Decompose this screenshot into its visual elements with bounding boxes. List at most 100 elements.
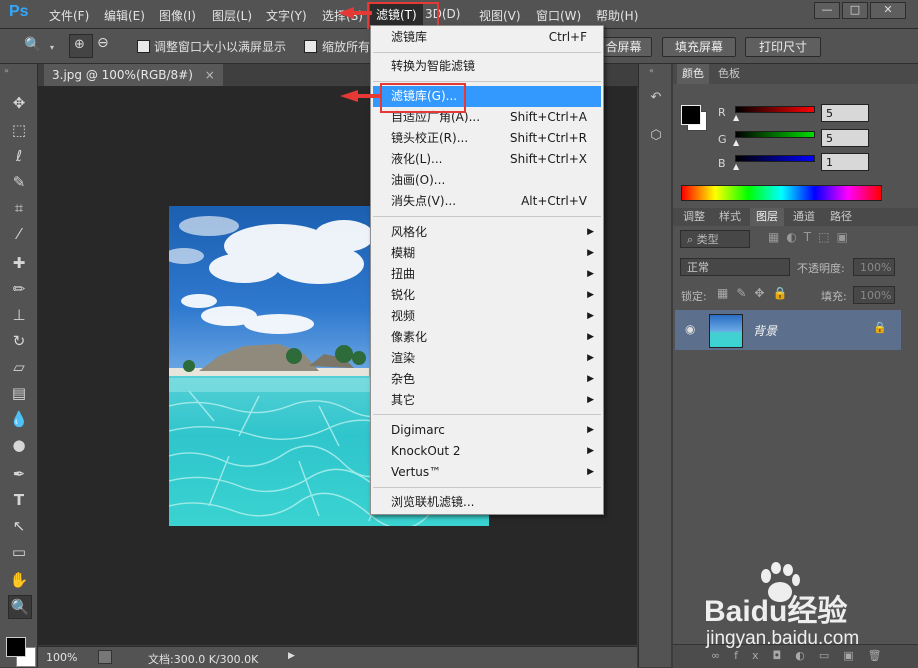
panel-collapse-icon[interactable]: » [4, 66, 9, 75]
menu-item-stylize[interactable]: 风格化 ▶ [373, 222, 601, 243]
history-brush-tool-icon[interactable]: ↻ [8, 330, 30, 352]
layer-name[interactable]: 背景 [753, 322, 777, 339]
menu-item-convert-smart-filters[interactable]: 转换为智能滤镜 [373, 56, 601, 77]
zoom-out-icon[interactable]: ⊖ [97, 35, 109, 51]
eyedropper-tool-icon[interactable]: ⁄ [8, 223, 30, 245]
menu-image[interactable]: 图像(I) [159, 7, 196, 24]
status-menu-arrow-icon[interactable]: ▶ [288, 651, 295, 661]
menu-item-digimarc[interactable]: Digimarc ▶ [373, 420, 601, 441]
healing-brush-tool-icon[interactable]: ✚ [8, 252, 30, 274]
tab-color[interactable]: 颜色 [677, 64, 709, 84]
zoom-all-label: 缩放所有 [322, 40, 371, 54]
menu-separator [373, 52, 601, 53]
blend-mode-select[interactable]: 正常 [680, 258, 790, 276]
path-select-tool-icon[interactable]: ↖ [8, 515, 30, 537]
menu-view[interactable]: 视图(V) [479, 7, 521, 24]
menu-edit[interactable]: 编辑(E) [104, 7, 145, 24]
lasso-tool-icon[interactable]: ℓ [8, 145, 30, 167]
fill-input[interactable]: 100% [853, 286, 895, 304]
foreground-swatch[interactable] [681, 105, 701, 125]
menu-file[interactable]: 文件(F) [49, 7, 89, 24]
channel-r-slider[interactable] [735, 106, 815, 113]
channel-r-label: R [718, 106, 726, 119]
tool-preset-chevron-icon[interactable]: ▾ [50, 43, 54, 52]
marquee-tool-icon[interactable]: ⬚ [8, 119, 30, 141]
print-size-button[interactable]: 打印尺寸 [745, 37, 821, 57]
menu-item-render[interactable]: 渲染 ▶ [373, 348, 601, 369]
tab-swatches[interactable]: 色板 [713, 64, 745, 84]
zoom-level[interactable]: 100% [46, 651, 77, 664]
shape-tool-icon[interactable]: ▭ [8, 541, 30, 563]
channel-b-handle[interactable]: ▲ [733, 162, 739, 171]
layer-row[interactable]: ◉ 背景 🔒 [675, 310, 901, 350]
stamp-tool-icon[interactable]: ⊥ [8, 304, 30, 326]
quick-select-tool-icon[interactable]: ✎ [8, 171, 30, 193]
menu-item-noise[interactable]: 杂色 ▶ [373, 369, 601, 390]
eraser-tool-icon[interactable]: ▱ [8, 356, 30, 378]
zoom-in-icon[interactable]: ⊕ [69, 34, 93, 58]
menu-type[interactable]: 文字(Y) [266, 7, 307, 24]
hand-tool-icon[interactable]: ✋ [8, 569, 30, 591]
menu-item-sharpen[interactable]: 锐化 ▶ [373, 285, 601, 306]
menu-item-liquify[interactable]: 液化(L)... Shift+Ctrl+X [373, 149, 601, 170]
maximize-button[interactable]: □ [842, 2, 868, 19]
fill-screen-button[interactable]: 填充屏幕 [662, 37, 736, 57]
menu-item-distort[interactable]: 扭曲 ▶ [373, 264, 601, 285]
channel-g-slider[interactable] [735, 131, 815, 138]
move-tool-icon[interactable]: ✥ [8, 92, 30, 114]
layer-filter-kind-select[interactable]: ⌕ 类型 [680, 230, 750, 248]
document-tab[interactable]: 3.jpg @ 100%(RGB/8#) × [44, 64, 223, 86]
channel-r-handle[interactable]: ▲ [733, 113, 739, 122]
foreground-color-swatch-top[interactable] [6, 637, 26, 657]
status-info-icon[interactable] [98, 650, 112, 664]
menu-item-vanishing-point[interactable]: 消失点(V)... Alt+Ctrl+V [373, 191, 601, 212]
filter-gallery-highlight-box [380, 83, 466, 113]
tab-styles[interactable]: 样式 [713, 208, 747, 226]
close-tab-icon[interactable]: × [205, 68, 215, 82]
minimize-button[interactable]: — [814, 2, 840, 19]
3d-panel-icon[interactable]: ⬡ [647, 128, 665, 146]
menu-item-blur[interactable]: 模糊 ▶ [373, 243, 601, 264]
channel-b-input[interactable]: 1 [821, 153, 869, 171]
menu-item-video[interactable]: 视频 ▶ [373, 306, 601, 327]
menu-item-browse-online-filters[interactable]: 浏览联机滤镜... [373, 492, 601, 513]
tab-channels[interactable]: 通道 [787, 208, 821, 226]
menu-window[interactable]: 窗口(W) [536, 7, 581, 24]
menu-item-pixelate[interactable]: 像素化 ▶ [373, 327, 601, 348]
menu-item-vertus[interactable]: Vertus™ ▶ [373, 462, 601, 483]
tab-adjustments[interactable]: 调整 [677, 208, 711, 226]
blur-tool-icon[interactable]: 💧 [8, 408, 30, 430]
tab-paths[interactable]: 路径 [824, 208, 858, 226]
history-panel-icon[interactable]: ↶ [647, 90, 665, 108]
zoom-tool-icon[interactable]: 🔍 [24, 37, 41, 53]
menu-item-oil-paint[interactable]: 油画(O)... [373, 170, 601, 191]
dodge-tool-icon[interactable]: ● [8, 434, 30, 456]
menu-item-knockout[interactable]: KnockOut 2 ▶ [373, 441, 601, 462]
color-spectrum-bar[interactable] [681, 185, 882, 201]
lock-icons[interactable]: ▦✎✥🔒 [717, 286, 795, 300]
zoom-all-checkbox[interactable] [304, 40, 317, 53]
opacity-input[interactable]: 100% [853, 258, 895, 276]
menu-item-other[interactable]: 其它 ▶ [373, 390, 601, 411]
channel-r-input[interactable]: 5 [821, 104, 869, 122]
pen-tool-icon[interactable]: ✒ [8, 463, 30, 485]
menu-item-last-filter[interactable]: 滤镜库 Ctrl+F [373, 27, 601, 48]
resize-windows-checkbox[interactable] [137, 40, 150, 53]
brush-tool-icon[interactable]: ✏ [8, 278, 30, 300]
channel-g-input[interactable]: 5 [821, 129, 869, 147]
layer-visibility-eye-icon[interactable]: ◉ [685, 322, 695, 336]
zoom-tool-icon[interactable]: 🔍 [8, 595, 32, 619]
menu-item-lens-correction[interactable]: 镜头校正(R)... Shift+Ctrl+R [373, 128, 601, 149]
crop-tool-icon[interactable]: ⌗ [8, 197, 30, 219]
dock-collapse-icon[interactable]: « [649, 66, 654, 75]
gradient-tool-icon[interactable]: ▤ [8, 382, 30, 404]
menu-layer[interactable]: 图层(L) [212, 7, 252, 24]
fill-label: 填充: [821, 290, 847, 303]
type-tool-icon[interactable]: T [8, 489, 30, 511]
tab-layers[interactable]: 图层 [750, 208, 784, 226]
layer-filter-icons[interactable]: ▦◐T⬚▣ [768, 230, 855, 244]
menu-help[interactable]: 帮助(H) [596, 7, 638, 24]
channel-g-handle[interactable]: ▲ [733, 138, 739, 147]
close-button[interactable]: ✕ [870, 2, 906, 19]
channel-b-slider[interactable] [735, 155, 815, 162]
